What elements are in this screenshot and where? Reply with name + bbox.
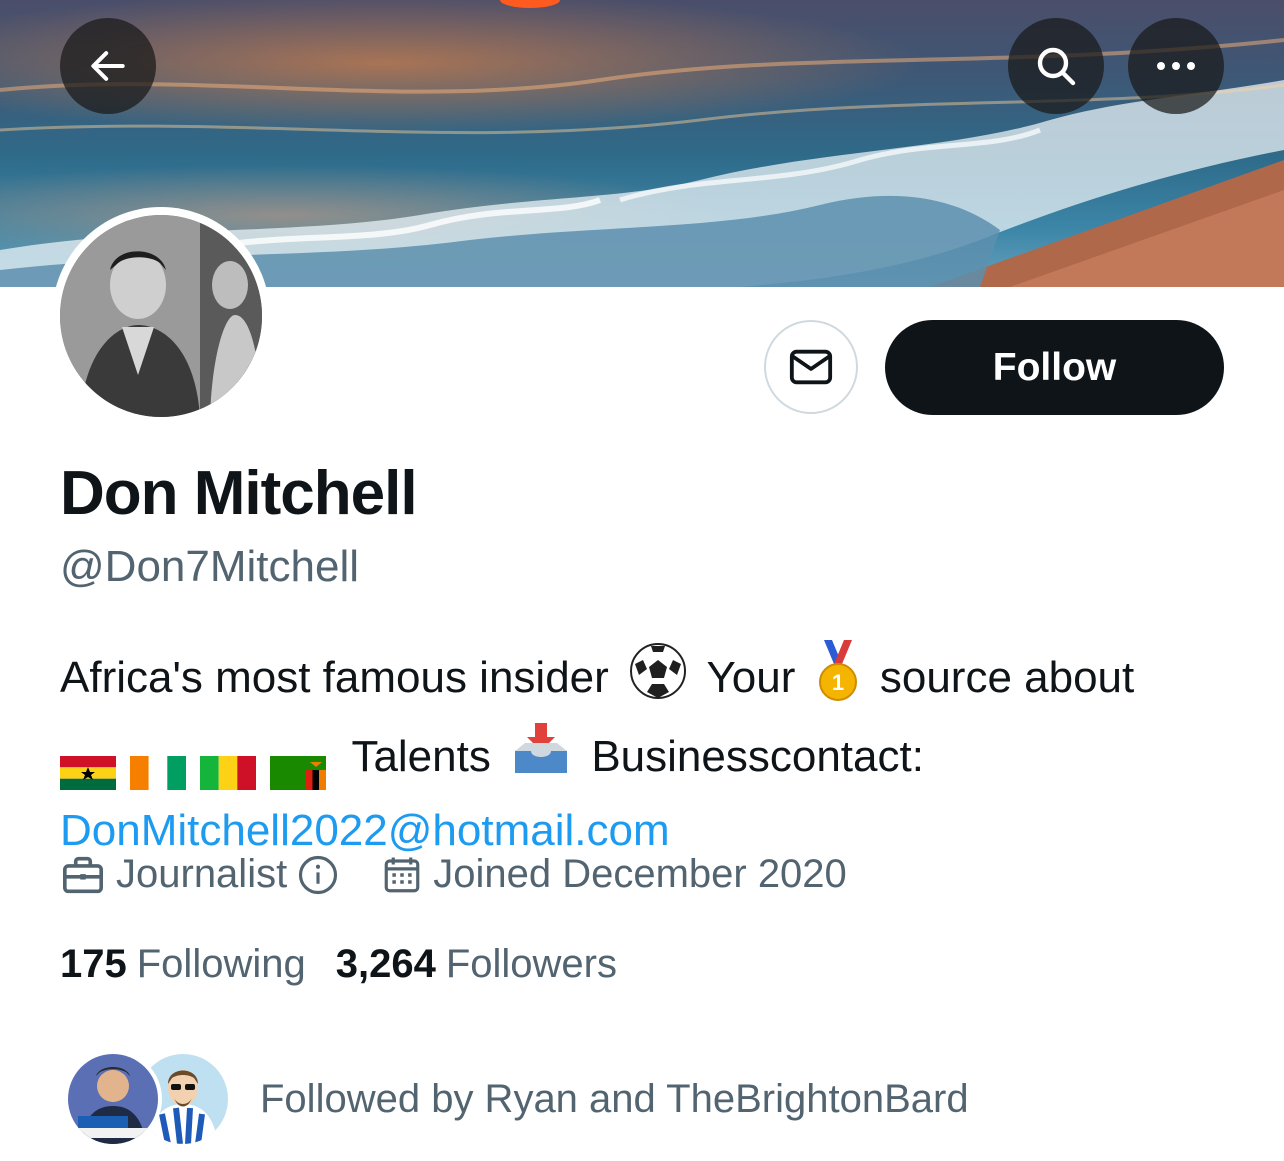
bio-text: Your xyxy=(706,653,796,703)
flag-zambia-icon xyxy=(270,743,326,790)
avatar-photo xyxy=(60,215,262,417)
bio-email-link[interactable]: DonMitchell2022@hotmail.com xyxy=(60,806,670,855)
profile-bio: Africa's most famous insider Your 1 sour… xyxy=(60,640,1240,864)
followers-count: 3,264 xyxy=(335,942,436,986)
bio-text: source about xyxy=(879,653,1135,703)
more-horizontal-icon xyxy=(1157,62,1195,70)
profile-meta: Journalist Joined December 2020 xyxy=(60,852,847,897)
soccer-ball-icon xyxy=(629,642,687,719)
bio-text: Talents xyxy=(351,732,491,782)
followed-by-row[interactable]: Followed by Ryan and TheBrightonBard xyxy=(64,1049,969,1149)
arrow-left-icon xyxy=(91,51,125,81)
flag-mali-icon xyxy=(200,743,256,790)
bio-text: Africa's most famous insider xyxy=(60,653,609,703)
flag-ghana-icon xyxy=(60,743,116,790)
inbox-tray-icon xyxy=(511,721,571,798)
gold-medal-icon: 1 xyxy=(816,640,860,721)
joined-date: Joined December 2020 xyxy=(433,852,847,896)
profession-label: Journalist xyxy=(116,852,288,896)
following-label: Following xyxy=(136,942,306,986)
svg-text:1: 1 xyxy=(831,670,843,695)
info-icon[interactable] xyxy=(297,854,339,896)
display-name: Don Mitchell xyxy=(60,459,418,528)
user-handle: @Don7Mitchell xyxy=(60,542,359,591)
follow-button[interactable]: Follow xyxy=(885,320,1224,415)
search-icon xyxy=(1037,47,1076,86)
back-button[interactable] xyxy=(60,18,156,114)
following-link[interactable]: 175 Following xyxy=(60,942,306,987)
followers-link[interactable]: 3,264 Followers xyxy=(336,942,617,987)
following-count: 175 xyxy=(60,942,127,986)
envelope-icon xyxy=(789,349,833,385)
followers-label: Followers xyxy=(445,942,617,986)
profession-item: Journalist xyxy=(60,852,339,897)
bio-line-1: Africa's most famous insider Your 1 sour… xyxy=(60,640,1240,721)
bio-text: Businesscontact: xyxy=(591,732,924,782)
calendar-icon xyxy=(384,857,420,892)
more-button[interactable] xyxy=(1128,18,1224,114)
follow-stats: 175 Following 3,264 Followers xyxy=(60,942,617,987)
briefcase-icon xyxy=(63,856,103,893)
message-button[interactable] xyxy=(764,320,858,414)
avatar xyxy=(64,1050,162,1148)
joined-item: Joined December 2020 xyxy=(381,852,847,897)
bio-line-2: Talents Businesscontact: xyxy=(60,721,1240,798)
followed-by-text: Followed by Ryan and TheBrightonBard xyxy=(260,1076,969,1121)
flag-ivory-coast-icon xyxy=(130,743,186,790)
profile-avatar[interactable] xyxy=(52,207,270,425)
search-button[interactable] xyxy=(1008,18,1104,114)
